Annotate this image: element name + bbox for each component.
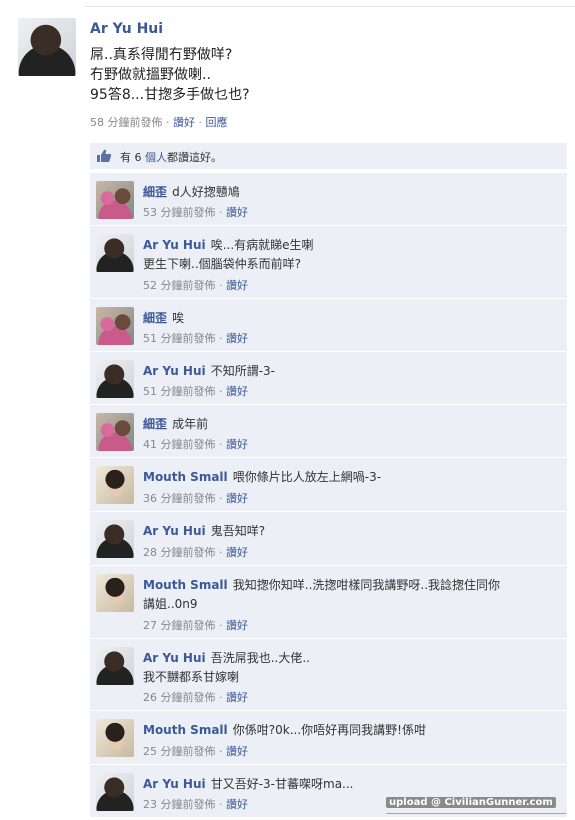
- comment-author[interactable]: Ar Yu Hui: [143, 777, 206, 791]
- comment-author[interactable]: Ar Yu Hui: [143, 238, 206, 252]
- comment-author[interactable]: Ar Yu Hui: [143, 364, 206, 378]
- comment-meta: 36 分鐘前發佈 · 讚好: [143, 492, 248, 505]
- comment-meta: 52 分鐘前發佈 · 讚好: [143, 279, 248, 292]
- post-line-3: 95答8...甘揔多手做乜也?: [90, 87, 250, 103]
- comment-meta: 53 分鐘前發佈 · 讚好: [143, 206, 248, 219]
- post-line-2: 冇野做就搵野做喇..: [90, 67, 211, 83]
- comment-time: 23 分鐘前發佈: [143, 798, 216, 811]
- comment-text: 成年前: [172, 417, 209, 431]
- aryu-icon[interactable]: [96, 234, 134, 272]
- thumbs-up-icon: [97, 149, 112, 162]
- comment-meta: 27 分鐘前發佈 · 讚好: [143, 619, 248, 632]
- comment-like-link[interactable]: 讚好: [226, 385, 248, 398]
- comment-meta: 25 分鐘前發佈 · 讚好: [143, 745, 248, 758]
- comment: Ar Yu Hui 鬼吾知咩? 28 分鐘前發佈 · 讚好: [90, 511, 567, 565]
- mouth-icon[interactable]: [96, 719, 134, 757]
- comment-author[interactable]: Mouth Small: [143, 470, 228, 484]
- comment: Mouth Small 我知揔你知咩..洗揔咁樣同我講野呀..我諗揔住同你 講姐…: [90, 565, 567, 638]
- comment-like-link[interactable]: 讚好: [226, 206, 248, 219]
- aryu-icon[interactable]: [96, 647, 134, 685]
- comment-time: 25 分鐘前發佈: [143, 745, 216, 758]
- comment: Ar Yu Hui 不知所謂-3- 51 分鐘前發佈 · 讚好: [90, 351, 567, 404]
- comment-author[interactable]: Ar Yu Hui: [143, 524, 206, 538]
- comment-time: 28 分鐘前發佈: [143, 546, 216, 559]
- comment-author[interactable]: 細歪: [143, 417, 167, 431]
- comment-like-link[interactable]: 讚好: [226, 438, 248, 451]
- likes-suffix: 都讚這好。: [167, 151, 222, 164]
- comment-meta: 23 分鐘前發佈 · 讚好: [143, 798, 248, 811]
- comment: Ar Yu Hui 唉...有病就睇e生喇 更生下喇..個腦袋仲系而前咩? 52 …: [90, 225, 567, 298]
- comment-like-link[interactable]: 讚好: [226, 332, 248, 345]
- comment-time: 53 分鐘前發佈: [143, 206, 216, 219]
- comment-text: 你係咁?0k...你唔好再同我講野!係咁: [232, 723, 426, 737]
- post-like-link[interactable]: 讚好: [173, 116, 195, 129]
- comment-text: d人好揔戇鳩: [172, 185, 240, 199]
- comment-like-link[interactable]: 讚好: [226, 745, 248, 758]
- comment-meta: 51 分鐘前發佈 · 讚好: [143, 385, 248, 398]
- comment-meta: 41 分鐘前發佈 · 讚好: [143, 438, 248, 451]
- post-body: 屌..真系得閒冇野做咩? 冇野做就搵野做喇.. 95答8...甘揔多手做乜也?: [90, 45, 250, 105]
- post-author[interactable]: Ar Yu Hui: [90, 21, 163, 37]
- comment-text: 唉: [172, 311, 185, 325]
- comment: Ar Yu Hui 吾洗屌我也..大佬.. 我不嬲都系甘嫁喇 26 分鐘前發佈 ·…: [90, 638, 567, 710]
- comment: Ar Yu Hui 甘又吾好-3-甘蕃㗎呀ma... 23 分鐘前發佈 · 讚好: [90, 764, 567, 817]
- comment-time: 52 分鐘前發佈: [143, 279, 216, 292]
- comment-time: 27 分鐘前發佈: [143, 619, 216, 632]
- comment: 細歪 d人好揔戇鳩 53 分鐘前發佈 · 讚好: [90, 172, 567, 225]
- comment-like-link[interactable]: 讚好: [226, 691, 248, 704]
- comment-like-link[interactable]: 讚好: [226, 619, 248, 632]
- comment-meta: 26 分鐘前發佈 · 讚好: [143, 691, 248, 704]
- comment-meta: 51 分鐘前發佈 · 讚好: [143, 332, 248, 345]
- comment-text: 不知所謂-3-: [210, 364, 276, 378]
- comment: Mouth Small 你係咁?0k...你唔好再同我講野!係咁 25 分鐘前發佈…: [90, 710, 567, 764]
- top-divider: [85, 6, 575, 7]
- comment: Mouth Small 喂你條片比人放左上網喎-3- 36 分鐘前發佈 · 讚好: [90, 457, 567, 511]
- comment: 細歪 唉 51 分鐘前發佈 · 讚好: [90, 298, 567, 351]
- comment-time: 51 分鐘前發佈: [143, 332, 216, 345]
- comment-meta: 28 分鐘前發佈 · 讚好: [143, 546, 248, 559]
- comment-text: 鬼吾知咩?: [210, 524, 266, 538]
- comment: 細歪 成年前 41 分鐘前發佈 · 讚好: [90, 404, 567, 457]
- watermark: upload @ CivilianGunner.com: [386, 797, 556, 808]
- likes-prefix: 有 6: [120, 151, 142, 164]
- post-reply-link[interactable]: 回應: [206, 116, 228, 129]
- comment-time: 51 分鐘前發佈: [143, 385, 216, 398]
- post-meta: 58 分鐘前發佈 · 讚好 · 回應: [90, 116, 228, 129]
- aryu-icon[interactable]: [96, 520, 134, 558]
- comment-author[interactable]: Ar Yu Hui: [143, 651, 206, 665]
- sai-icon[interactable]: [96, 413, 134, 451]
- mouth-icon[interactable]: [96, 466, 134, 504]
- comment-time: 36 分鐘前發佈: [143, 492, 216, 505]
- comment-like-link[interactable]: 讚好: [226, 279, 248, 292]
- comment-like-link[interactable]: 讚好: [226, 546, 248, 559]
- comment-text: 喂你條片比人放左上網喎-3-: [232, 470, 382, 484]
- watermark-underline: [386, 813, 566, 814]
- likes-bar: 有 6 個人都讚這好。: [90, 143, 567, 169]
- aryu-icon[interactable]: [96, 773, 134, 811]
- mouth-icon[interactable]: [96, 574, 134, 612]
- sai-icon[interactable]: [96, 181, 134, 219]
- post-line-1: 屌..真系得閒冇野做咩?: [90, 47, 233, 63]
- aryu-icon[interactable]: [96, 360, 134, 398]
- post-time: 58 分鐘前發佈: [90, 116, 163, 129]
- comment-time: 26 分鐘前發佈: [143, 691, 216, 704]
- sai-icon[interactable]: [96, 307, 134, 345]
- likes-count-link[interactable]: 個人: [145, 151, 167, 164]
- avatar[interactable]: [18, 18, 76, 76]
- comment-text: 甘又吾好-3-甘蕃㗎呀ma...: [210, 777, 354, 791]
- comment-author[interactable]: 細歪: [143, 311, 167, 325]
- comment-like-link[interactable]: 讚好: [226, 798, 248, 811]
- comment-author[interactable]: Mouth Small: [143, 578, 228, 592]
- comment-like-link[interactable]: 讚好: [226, 492, 248, 505]
- comment-author[interactable]: Mouth Small: [143, 723, 228, 737]
- comment-time: 41 分鐘前發佈: [143, 438, 216, 451]
- comment-author[interactable]: 細歪: [143, 185, 167, 199]
